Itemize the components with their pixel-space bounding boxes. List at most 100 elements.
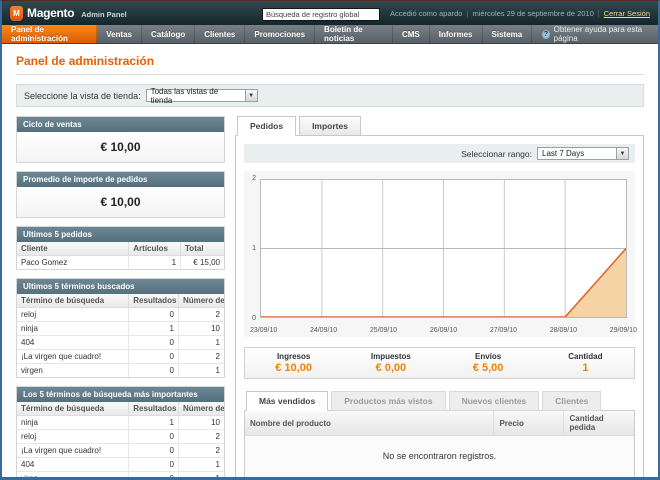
- session-info: Accedió como apardo | miércoles 29 de se…: [390, 9, 650, 18]
- table-cell: 0: [129, 308, 179, 322]
- table-cell: 10: [178, 416, 224, 430]
- title-divider: [16, 74, 644, 75]
- logout-link[interactable]: Cerrar Sesión: [604, 9, 650, 18]
- widget-last-search-terms: Ultimos 5 términos buscados Término de b…: [16, 278, 225, 378]
- nav-item-informes[interactable]: Informes: [430, 25, 483, 43]
- tab-nuevos-clientes[interactable]: Nuevos clientes: [449, 391, 540, 411]
- table-cell: ninja: [17, 322, 129, 336]
- table-cell: 0: [129, 444, 179, 458]
- table-row[interactable]: ninja110: [17, 322, 224, 336]
- global-search-input[interactable]: [262, 8, 380, 21]
- table-row[interactable]: reloj02: [17, 430, 224, 444]
- products-table: Nombre del productoPrecioCantidad pedida: [245, 411, 634, 436]
- table-row[interactable]: Paco Gomez1€ 15,00: [17, 256, 224, 270]
- table-row[interactable]: virgen01: [17, 364, 224, 378]
- get-help-link[interactable]: ? Obtener ayuda para esta página: [532, 25, 658, 43]
- table-row[interactable]: ninja110: [17, 416, 224, 430]
- separator: |: [466, 9, 468, 18]
- magento-admin-window: M Magento Admin Panel Accedió como apard…: [0, 0, 660, 480]
- tab-productos-mas-vistos[interactable]: Productos más vistos: [331, 391, 445, 411]
- chart-tabs: Pedidos Importes: [235, 116, 644, 136]
- table-cell: Paco Gomez: [17, 256, 129, 270]
- nav-item-boletin[interactable]: Boletín de noticias: [315, 25, 393, 43]
- column-header: Término de búsqueda: [17, 294, 129, 308]
- avg-order-value: € 10,00: [17, 187, 224, 217]
- table-header-row: Término de búsquedaResultadosNúmero de u…: [17, 294, 224, 308]
- table-row[interactable]: virge01: [17, 472, 224, 480]
- table-cell: 404: [17, 458, 129, 472]
- column-header: Número de usos: [178, 402, 224, 416]
- range-label: Seleccionar rango:: [461, 149, 532, 159]
- logo-name: Magento: [27, 6, 74, 20]
- table-cell: 1: [178, 336, 224, 350]
- store-view-value: Todas las vistas de tienda: [151, 87, 240, 105]
- logged-in-as: Accedió como apardo: [390, 9, 463, 18]
- y-axis-label: 0: [252, 315, 256, 322]
- nav-item-promociones[interactable]: Promociones: [245, 25, 315, 43]
- widget-title: Ultimos 5 términos buscados: [17, 279, 224, 294]
- sales-cycle-value: € 10,00: [17, 132, 224, 162]
- table-cell: 1: [129, 256, 181, 270]
- last-search-terms-table: Término de búsquedaResultadosNúmero de u…: [17, 294, 224, 377]
- stat-cantidad: Cantidad 1: [537, 352, 634, 374]
- nav-item-ventas[interactable]: Ventas: [97, 25, 142, 43]
- stat-envios: Envíos € 5,00: [440, 352, 537, 374]
- widget-sales-cycle: Ciclo de ventas € 10,00: [16, 116, 225, 163]
- store-view-select[interactable]: Todas las vistas de tienda ▼: [146, 89, 258, 102]
- x-axis-label: 25/09/10: [370, 327, 397, 334]
- table-row[interactable]: ¡La virgen que cuadro!02: [17, 350, 224, 364]
- table-cell: 0: [129, 364, 179, 378]
- nav-item-clientes[interactable]: Clientes: [195, 25, 245, 43]
- widget-title: Los 5 términos de búsqueda más important…: [17, 387, 224, 402]
- table-cell: 1: [178, 364, 224, 378]
- table-cell: 404: [17, 336, 129, 350]
- nav-item-dashboard[interactable]: Panel de administración: [2, 25, 97, 43]
- store-view-bar: Seleccione la vista de tienda: Todas las…: [16, 84, 644, 107]
- help-globe-icon: ?: [542, 30, 549, 39]
- table-row[interactable]: reloj02: [17, 308, 224, 322]
- main-content: Panel de administración Seleccione la vi…: [2, 44, 658, 480]
- column-header: Resultados: [129, 294, 179, 308]
- top-header: M Magento Admin Panel Accedió como apard…: [2, 1, 658, 25]
- range-select[interactable]: Last 7 Days ▼: [537, 147, 629, 160]
- table-row[interactable]: 40401: [17, 336, 224, 350]
- stat-value: 1: [537, 362, 634, 374]
- table-cell: 1: [129, 322, 179, 336]
- table-cell: virge: [17, 472, 129, 480]
- x-axis-label: 26/09/10: [430, 327, 457, 334]
- table-cell: 0: [129, 472, 179, 480]
- x-axis-label: 29/09/10: [610, 327, 637, 334]
- dashboard-left-column: Ciclo de ventas € 10,00 Promedio de impo…: [16, 116, 225, 480]
- logo-subtitle: Admin Panel: [81, 10, 126, 19]
- global-search: [262, 4, 380, 22]
- nav-item-sistema[interactable]: Sistema: [483, 25, 533, 43]
- tab-pedidos[interactable]: Pedidos: [237, 116, 296, 136]
- tab-mas-vendidos[interactable]: Más vendidos: [246, 391, 328, 411]
- table-cell: 1: [178, 472, 224, 480]
- nav-item-catalogo[interactable]: Catálogo: [142, 25, 195, 43]
- widget-avg-order: Promedio de importe de pedidos € 10,00: [16, 171, 225, 218]
- x-axis-label: 24/09/10: [310, 327, 337, 334]
- help-label: Obtener ayuda para esta página: [554, 25, 648, 43]
- empty-table-message: No se encontraron registros.: [245, 436, 634, 478]
- magento-logo: M Magento Admin Panel: [10, 6, 127, 21]
- table-header-row: Nombre del productoPrecioCantidad pedida: [245, 411, 634, 436]
- table-row[interactable]: ¡La virgen que cuadro!02: [17, 444, 224, 458]
- stat-value: € 10,00: [245, 362, 342, 374]
- chevron-down-icon: ▼: [616, 148, 628, 159]
- column-header: Artículos: [129, 242, 181, 256]
- tab-importes[interactable]: Importes: [299, 116, 361, 136]
- table-cell: ¡La virgen que cuadro!: [17, 350, 129, 364]
- table-row[interactable]: 40401: [17, 458, 224, 472]
- column-header: Cliente: [17, 242, 129, 256]
- table-cell: reloj: [17, 308, 129, 322]
- table-cell: 1: [129, 416, 179, 430]
- tab-clientes[interactable]: Clientes: [542, 391, 601, 411]
- widget-top-search-terms: Los 5 términos de búsqueda más important…: [16, 386, 225, 480]
- y-axis-labels: 210: [244, 175, 258, 322]
- totals-bar: Ingresos € 10,00 Impuestos € 0,00 Envíos…: [244, 347, 635, 379]
- nav-item-cms[interactable]: CMS: [393, 25, 430, 43]
- current-date: miércoles 29 de septiembre de 2010: [472, 9, 593, 18]
- table-cell: 10: [178, 322, 224, 336]
- table-cell: 2: [178, 430, 224, 444]
